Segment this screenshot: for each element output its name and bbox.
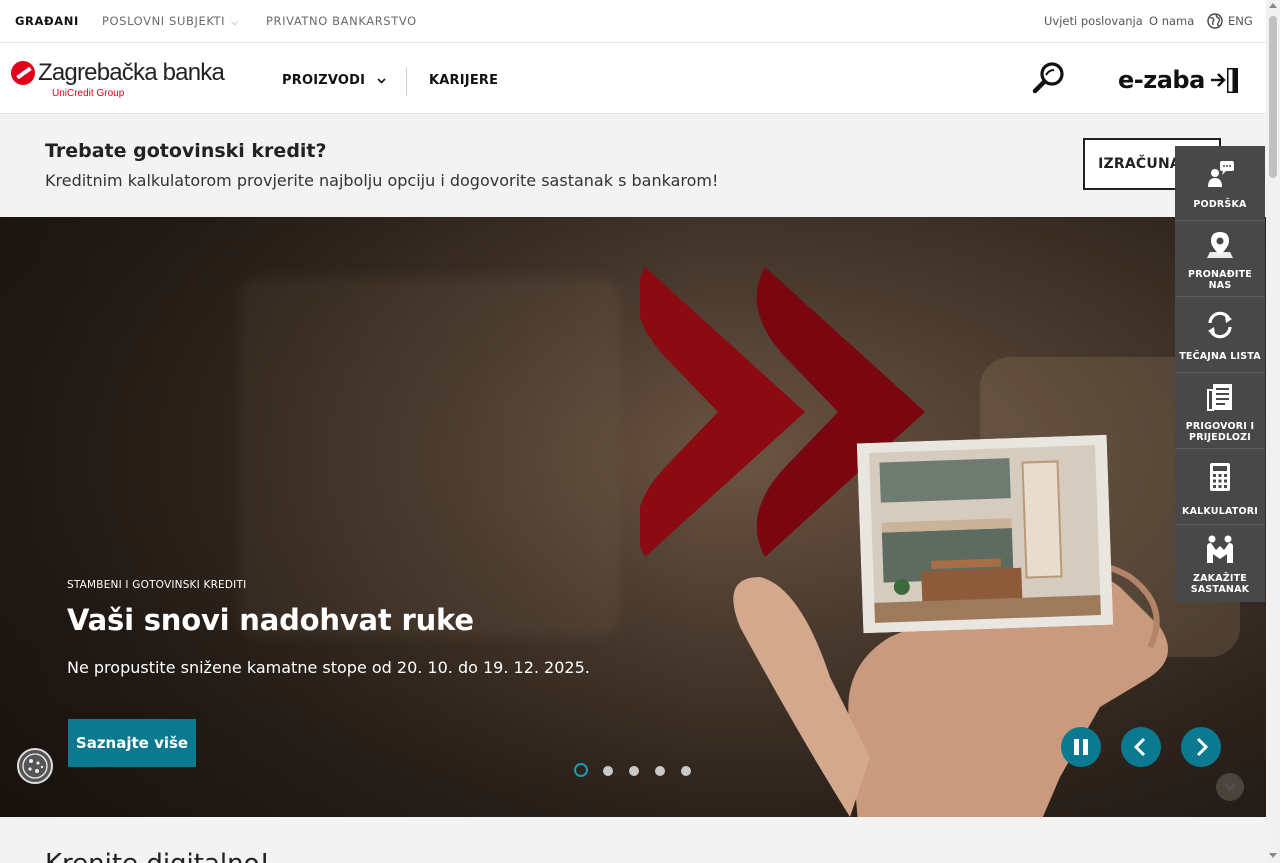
support-chat-icon [1208, 161, 1234, 187]
nav-divider [406, 67, 407, 96]
carousel-dot-4[interactable] [655, 766, 665, 776]
carousel-next-button[interactable] [1181, 727, 1221, 767]
section-title: Krenite digitalno! [45, 849, 270, 863]
top-utility-bar: GRAĐANI POSLOVNI SUBJEKTI ⌵ PRIVATNO BANK… [0, 0, 1266, 43]
hero-eyebrow: STAMBENI I GOTOVINSKI KREDITI [67, 579, 247, 591]
login-icon[interactable] [1210, 67, 1240, 95]
sidebar-item-kalkulatori[interactable]: KALKULATORI [1175, 450, 1265, 525]
chevron-down-icon: ⌵ [231, 18, 239, 28]
chevron-down-icon [377, 77, 386, 84]
sidebar-label-podrska: PODRŠKA [1193, 199, 1247, 210]
hero-title: Vaši snovi nadohvat ruke [67, 603, 474, 637]
meeting-icon [1207, 535, 1233, 563]
sidebar-item-zakazite-sastanak[interactable]: ZAKAŽITE SASTANAK [1175, 526, 1265, 602]
segment-gradani[interactable]: GRAĐANI [15, 14, 79, 28]
cookie-icon [22, 753, 48, 779]
language-switch[interactable]: ENG [1228, 14, 1253, 28]
feedback-document-icon [1207, 384, 1232, 411]
nav-proizvodi-label: PROIZVODI [282, 73, 366, 88]
scroll-up-arrow[interactable] [1269, 3, 1277, 8]
segment-privatno-bankarstvo[interactable]: PRIVATNO BANKARSTVO [266, 14, 417, 28]
promo-title: Trebate gotovinski kredit? [45, 140, 327, 162]
hero-carousel: STAMBENI I GOTOVINSKI KREDITI Vaši snovi… [0, 217, 1266, 817]
sidebar-label-kalkulatori: KALKULATORI [1182, 506, 1258, 517]
search-button[interactable] [1030, 59, 1070, 99]
sidebar-label-prigovori: PRIGOVORI I PRIJEDLOZI [1185, 421, 1255, 443]
scroll-down-arrow[interactable] [1269, 853, 1277, 858]
globe-icon [1207, 13, 1223, 29]
scroll-down-button[interactable] [1216, 773, 1244, 801]
search-icon [1032, 62, 1064, 94]
carousel-dot-5[interactable] [681, 766, 691, 776]
sidebar-label-zakazite-sastanak: ZAKAŽITE SASTANAK [1190, 573, 1250, 595]
digital-section: Krenite digitalno! [0, 817, 1266, 863]
page-scrollbar[interactable] [1266, 0, 1280, 863]
sidebar-label-tecajna-lista: TEČAJNA LISTA [1179, 351, 1261, 362]
promo-text: Kreditnim kalkulatorom provjerite najbol… [45, 171, 719, 190]
chevron-right-icon [1196, 737, 1209, 757]
segment-poslovni-subjekti[interactable]: POSLOVNI SUBJEKTI ⌵ [102, 14, 239, 28]
carousel-dot-3[interactable] [629, 766, 639, 776]
carousel-pause-button[interactable] [1061, 727, 1101, 767]
carousel-dot-2[interactable] [603, 766, 613, 776]
sidebar-item-pronadite-nas[interactable]: PRONAĐITE NAS [1175, 222, 1265, 297]
logo-bank-name: Zagrebačka banka [38, 59, 225, 86]
sidebar-item-podrska[interactable]: PODRŠKA [1175, 146, 1265, 221]
hero-subtitle: Ne propustite snižene kamatne stope od 2… [67, 658, 590, 677]
carousel-prev-button[interactable] [1121, 727, 1161, 767]
brand-logo[interactable]: Zagrebačka banka UniCredit Group [11, 59, 241, 101]
chevron-left-icon [1133, 737, 1146, 757]
sidebar-label-pronadite-nas: PRONAĐITE NAS [1188, 269, 1252, 291]
calculator-icon [1210, 463, 1230, 491]
scrollbar-thumb[interactable] [1269, 16, 1277, 178]
terms-link[interactable]: Uvjeti poslovanja [1044, 14, 1143, 28]
unicredit-logo-mark [11, 61, 35, 85]
nav-karijere[interactable]: KARIJERE [429, 73, 498, 88]
location-pin-icon [1207, 232, 1233, 258]
learn-more-button[interactable]: Saznajte više [68, 719, 196, 767]
quick-access-sidebar: PODRŠKA PRONAĐITE NAS TEČAJNA LISTA PRIG… [1175, 146, 1265, 602]
sidebar-item-prigovori[interactable]: PRIGOVORI I PRIJEDLOZI [1175, 374, 1265, 449]
logo-group-name: UniCredit Group [52, 88, 125, 99]
main-navigation: Zagrebačka banka UniCredit Group PROIZVO… [0, 43, 1266, 114]
about-link[interactable]: O nama [1149, 14, 1194, 28]
carousel-dot-1[interactable] [574, 763, 588, 777]
chevron-down-icon [1224, 783, 1236, 791]
nav-proizvodi[interactable]: PROIZVODI [282, 73, 386, 88]
segment-poslovni-subjekti-label: POSLOVNI SUBJEKTI [102, 14, 226, 28]
ezaba-login-link[interactable]: e-zaba [1118, 66, 1205, 94]
sidebar-item-tecajna-lista[interactable]: TEČAJNA LISTA [1175, 298, 1265, 373]
cookie-settings-button[interactable] [17, 748, 53, 784]
promo-banner: Trebate gotovinski kredit? Kreditnim kal… [0, 114, 1266, 217]
exchange-rate-icon [1208, 311, 1232, 339]
miniature-kitchen-image [856, 434, 1114, 634]
pause-icon [1074, 739, 1088, 755]
